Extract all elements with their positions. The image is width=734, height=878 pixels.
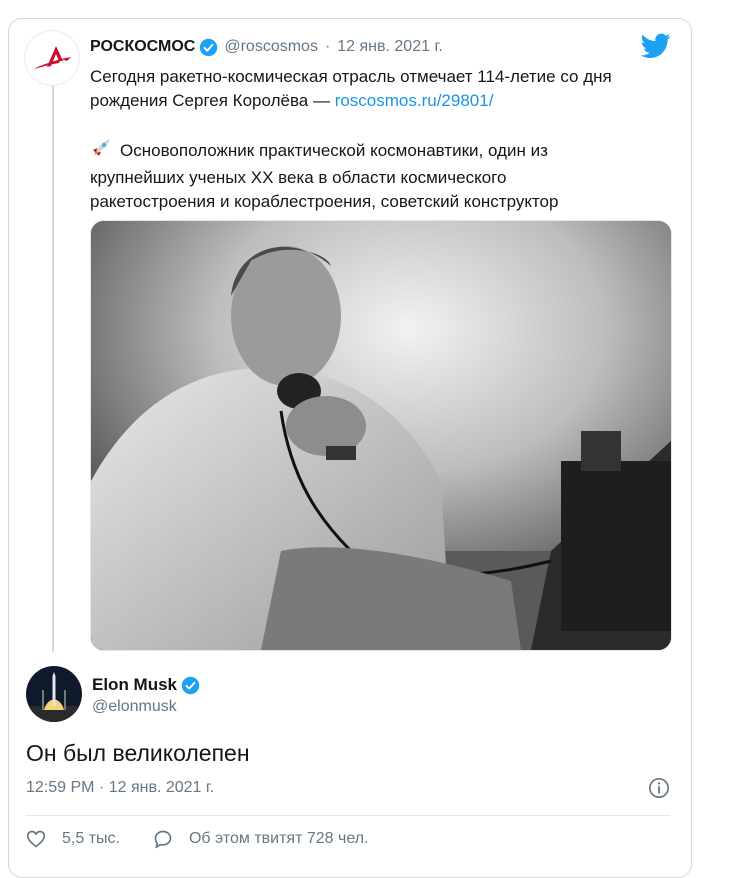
quoted-date[interactable]: 12 янв. 2021 г. bbox=[337, 38, 443, 56]
main-author-name[interactable]: Elon Musk bbox=[92, 675, 177, 695]
discussion-button[interactable]: Об этом твитят 728 чел. bbox=[153, 829, 369, 849]
tweet-photo[interactable] bbox=[90, 220, 672, 651]
main-tweet-text: Он был великолепен bbox=[26, 740, 250, 766]
speech-bubble-icon bbox=[154, 830, 172, 849]
quoted-tweet-header: РОСКОСМОС @roscosmos · 12 янв. 2021 г. bbox=[90, 36, 443, 58]
rocket-emoji bbox=[90, 137, 112, 166]
verified-badge-icon bbox=[181, 676, 200, 694]
tweet-time[interactable]: 12:59 PM bbox=[26, 779, 94, 796]
tweet-date[interactable]: 12 янв. 2021 г. bbox=[109, 779, 215, 796]
rocket-launch-avatar bbox=[26, 666, 82, 722]
quoted-line-2: рождения Сергея Королёва — bbox=[90, 91, 335, 110]
like-count: 5,5 тыс. bbox=[62, 830, 120, 847]
tweet-meta: 12:59 PM · 12 янв. 2021 г. bbox=[26, 779, 214, 797]
elon-musk-avatar[interactable] bbox=[26, 666, 82, 722]
discussion-count: Об этом твитят 728 чел. bbox=[188, 830, 369, 847]
thread-line bbox=[52, 72, 54, 652]
roscosmos-link[interactable]: roscosmos.ru/29801/ bbox=[335, 91, 494, 110]
like-button[interactable]: 5,5 тыс. bbox=[26, 829, 120, 849]
quoted-handle[interactable]: @roscosmos bbox=[224, 38, 318, 56]
info-icon[interactable] bbox=[648, 777, 670, 799]
main-handle[interactable]: @elonmusk bbox=[92, 698, 177, 716]
main-author-row: Elon Musk bbox=[92, 675, 206, 695]
korolev-photo-image bbox=[91, 221, 671, 650]
quoted-para2-line-2: крупнейших ученых XX века в области косм… bbox=[90, 168, 507, 187]
quoted-author-name[interactable]: РОСКОСМОС bbox=[90, 38, 195, 56]
roscosmos-avatar[interactable] bbox=[24, 30, 80, 86]
meta-separator: · bbox=[98, 779, 105, 796]
quoted-para2-line-3: ракетостроения и кораблестроения, советс… bbox=[90, 192, 559, 211]
quoted-tweet-text: Сегодня ракетно-космическая отрасль отме… bbox=[90, 65, 680, 214]
header-separator: · bbox=[324, 38, 331, 55]
quoted-line-1: Сегодня ракетно-космическая отрасль отме… bbox=[90, 67, 612, 86]
divider bbox=[26, 815, 670, 816]
quoted-para2-line-1: Основоположник практической космонавтики… bbox=[120, 141, 548, 160]
roscosmos-logo-icon bbox=[34, 46, 71, 69]
verified-badge-icon bbox=[200, 38, 218, 56]
action-bar: 5,5 тыс. Об этом твитят 728 чел. bbox=[26, 829, 368, 849]
twitter-bird-icon[interactable] bbox=[641, 33, 671, 59]
heart-icon bbox=[26, 830, 46, 848]
